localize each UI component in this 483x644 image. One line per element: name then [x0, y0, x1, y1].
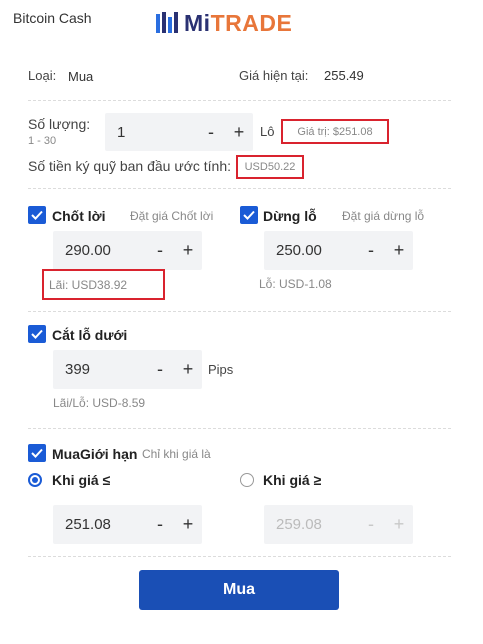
stop-loss-hint: Đặt giá dừng lỗ	[342, 209, 425, 223]
trailing-stop-stepper[interactable]: 399 - +	[53, 350, 202, 389]
check-icon	[243, 210, 255, 220]
logo-icon	[156, 12, 178, 33]
trailing-stop-minus-button[interactable]: -	[146, 359, 174, 380]
quantity-stepper[interactable]: 1 - +	[105, 113, 253, 151]
quantity-label: Số lượng:	[28, 116, 91, 132]
quantity-minus-button[interactable]: -	[197, 122, 225, 143]
value-info: Giá trị: $251.08	[297, 125, 373, 138]
stop-loss-result: Lỗ: USD-1.08	[259, 277, 332, 291]
margin-label: Số tiền ký quỹ ban đầu ước tính:	[28, 158, 232, 174]
stop-loss-plus-button[interactable]: +	[385, 240, 413, 261]
limit-below-plus-button[interactable]: +	[174, 514, 202, 535]
quantity-plus-button[interactable]: +	[225, 122, 253, 143]
take-profit-stepper[interactable]: 290.00 - +	[53, 231, 202, 270]
take-profit-plus-button[interactable]: +	[174, 240, 202, 261]
current-price-value: 255.49	[324, 68, 364, 83]
margin-value-box: USD50.22	[236, 155, 304, 179]
trailing-stop-input[interactable]: 399	[53, 361, 146, 378]
limit-above-label[interactable]: Khi giá ≥	[263, 472, 321, 488]
limit-below-label[interactable]: Khi giá ≤	[52, 472, 110, 488]
order-type-value: Mua	[68, 69, 94, 84]
divider	[28, 100, 451, 101]
take-profit-result-box: Lãi: USD38.92	[42, 269, 165, 300]
current-price-label: Giá hiện tại:	[239, 68, 309, 83]
limit-below-input[interactable]: 251.08	[53, 516, 146, 533]
take-profit-input[interactable]: 290.00	[53, 242, 146, 259]
take-profit-label: Chốt lời	[52, 208, 106, 224]
limit-order-label: MuaGiới hạn	[52, 446, 138, 462]
limit-below-stepper[interactable]: 251.08 - +	[53, 505, 202, 544]
limit-above-minus-button: -	[368, 514, 374, 534]
stop-loss-minus-button[interactable]: -	[357, 240, 385, 261]
check-icon	[31, 210, 43, 220]
stop-loss-stepper[interactable]: 250.00 - +	[264, 231, 413, 270]
trailing-stop-plus-button[interactable]: +	[174, 359, 202, 380]
quantity-input[interactable]: 1	[105, 124, 197, 141]
quantity-unit: Lô	[260, 124, 275, 139]
mitrade-logo: MiTRADE	[155, 8, 292, 38]
stop-loss-input[interactable]: 250.00	[264, 242, 357, 259]
trailing-stop-checkbox[interactable]	[28, 325, 46, 343]
instrument-title: Bitcoin Cash	[13, 10, 92, 26]
stop-loss-label: Dừng lỗ	[263, 208, 317, 224]
trailing-stop-result: Lãi/Lỗ: USD-8.59	[53, 396, 146, 410]
limit-above-stepper: 259.08 - +	[264, 505, 413, 544]
take-profit-result: Lãi: USD38.92	[49, 277, 128, 292]
order-type-label: Loại:	[28, 68, 57, 83]
take-profit-checkbox[interactable]	[28, 206, 46, 224]
check-icon	[31, 448, 43, 458]
divider	[28, 188, 451, 189]
divider	[28, 311, 451, 312]
limit-above-plus-button: +	[393, 514, 405, 534]
take-profit-hint: Đặt giá Chốt lời	[130, 209, 214, 223]
limit-above-radio[interactable]	[240, 473, 254, 487]
value-info-box: Giá trị: $251.08	[281, 119, 389, 144]
limit-order-checkbox[interactable]	[28, 444, 46, 462]
limit-below-minus-button[interactable]: -	[146, 514, 174, 535]
divider	[28, 428, 451, 429]
stop-loss-checkbox[interactable]	[240, 206, 258, 224]
take-profit-minus-button[interactable]: -	[146, 240, 174, 261]
quantity-range: 1 - 30	[28, 135, 57, 147]
buy-submit-button[interactable]: Mua	[139, 570, 339, 610]
limit-below-radio[interactable]	[28, 473, 42, 487]
trailing-stop-unit: Pips	[208, 362, 234, 377]
trailing-stop-label: Cắt lỗ dưới	[52, 327, 128, 343]
limit-above-input: 259.08	[276, 516, 322, 533]
margin-value: USD50.22	[244, 161, 296, 173]
limit-order-hint: Chỉ khi giá là	[142, 447, 211, 461]
check-icon	[31, 329, 43, 339]
divider	[28, 556, 451, 557]
